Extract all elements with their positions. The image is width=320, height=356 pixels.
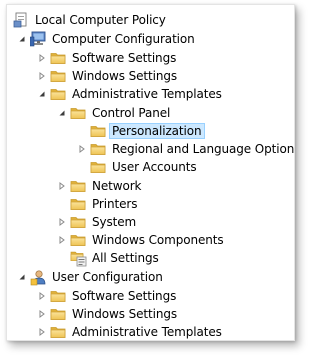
tree-node-label: Administrative Templates: [72, 325, 222, 339]
folder-icon: [69, 213, 87, 231]
tree-node-label: Printers: [92, 197, 138, 211]
tree-node-label: System: [92, 215, 137, 229]
tree-node-label: Control Panel: [92, 106, 171, 120]
tree-node-computer-configuration[interactable]: Computer Configuration: [16, 30, 198, 48]
tree-node-user-windows-settings[interactable]: Windows Settings: [36, 305, 180, 323]
no-expander: [56, 195, 68, 213]
folder-icon: [89, 158, 107, 176]
collapsed-arrow-icon[interactable]: [56, 231, 68, 249]
tree-node-all-settings[interactable]: All Settings: [56, 249, 162, 267]
tree-node-local-computer-policy[interactable]: Local Computer Policy: [11, 11, 169, 29]
tree-node-label: Computer Configuration: [52, 32, 195, 46]
tree-node-user-accounts[interactable]: User Accounts: [76, 158, 200, 176]
collapsed-arrow-icon[interactable]: [36, 49, 48, 67]
tree-node-regional-and-language-options[interactable]: Regional and Language Options: [76, 140, 295, 158]
folder-icon: [49, 67, 67, 85]
user-icon: [29, 268, 47, 286]
tree-node-software-settings[interactable]: Software Settings: [36, 49, 179, 67]
no-expander: [76, 122, 88, 140]
tree-node-personalization[interactable]: Personalization: [76, 122, 205, 140]
tree-node-label: Windows Components: [92, 233, 224, 247]
collapsed-arrow-icon[interactable]: [36, 67, 48, 85]
tree-node-label: Software Settings: [72, 51, 177, 65]
tree-node-administrative-templates[interactable]: Administrative Templates: [36, 85, 225, 103]
folder-icon: [49, 49, 67, 67]
folder-icon: [69, 231, 87, 249]
tree-node-label: User Configuration: [52, 270, 163, 284]
tree-node-label: All Settings: [92, 251, 159, 265]
tree-node-label: Network: [92, 179, 142, 193]
tree-node-label: User Accounts: [112, 160, 197, 174]
tree-node-user-software-settings[interactable]: Software Settings: [36, 287, 179, 305]
tree-node-control-panel[interactable]: Control Panel: [56, 104, 173, 122]
collapsed-arrow-icon[interactable]: [36, 287, 48, 305]
tree-node-printers[interactable]: Printers: [56, 195, 140, 213]
folder-icon: [89, 140, 107, 158]
tree-node-label: Local Computer Policy: [35, 13, 166, 27]
tree-node-label: Regional and Language Options: [112, 142, 295, 156]
collapsed-arrow-icon[interactable]: [36, 323, 48, 341]
policy-tree-panel: Local Computer Policy Computer Configura…: [6, 4, 295, 341]
all-settings-icon: [69, 249, 87, 267]
tree-node-windows-settings[interactable]: Windows Settings: [36, 67, 180, 85]
expanded-arrow-icon[interactable]: [56, 104, 68, 122]
tree-node-user-configuration[interactable]: User Configuration: [16, 268, 166, 286]
tree-node-label: Administrative Templates: [72, 87, 222, 101]
no-expander: [56, 249, 68, 267]
tree-node-label: Windows Settings: [72, 69, 177, 83]
folder-open-icon: [69, 104, 87, 122]
folder-icon: [49, 323, 67, 341]
collapsed-arrow-icon[interactable]: [36, 305, 48, 323]
folder-icon: [69, 195, 87, 213]
collapsed-arrow-icon[interactable]: [56, 213, 68, 231]
folder-icon: [49, 305, 67, 323]
computer-icon: [29, 30, 47, 48]
expanded-arrow-icon[interactable]: [16, 30, 28, 48]
no-expander: [76, 158, 88, 176]
folder-icon: [49, 85, 67, 103]
tree-node-label: Windows Settings: [72, 307, 177, 321]
tree-node-windows-components[interactable]: Windows Components: [56, 231, 227, 249]
policy-document-icon: [12, 11, 30, 29]
expanded-arrow-icon[interactable]: [36, 85, 48, 103]
tree-node-system[interactable]: System: [56, 213, 139, 231]
collapsed-arrow-icon[interactable]: [76, 140, 88, 158]
collapsed-arrow-icon[interactable]: [56, 177, 68, 195]
folder-icon: [69, 177, 87, 195]
tree-node-label: Software Settings: [72, 289, 177, 303]
folder-icon: [89, 122, 107, 140]
tree-node-user-administrative-templates[interactable]: Administrative Templates: [36, 323, 225, 341]
tree-node-label-selected: Personalization: [109, 123, 205, 139]
expanded-arrow-icon[interactable]: [16, 268, 28, 286]
tree-node-network[interactable]: Network: [56, 177, 144, 195]
folder-icon: [49, 287, 67, 305]
